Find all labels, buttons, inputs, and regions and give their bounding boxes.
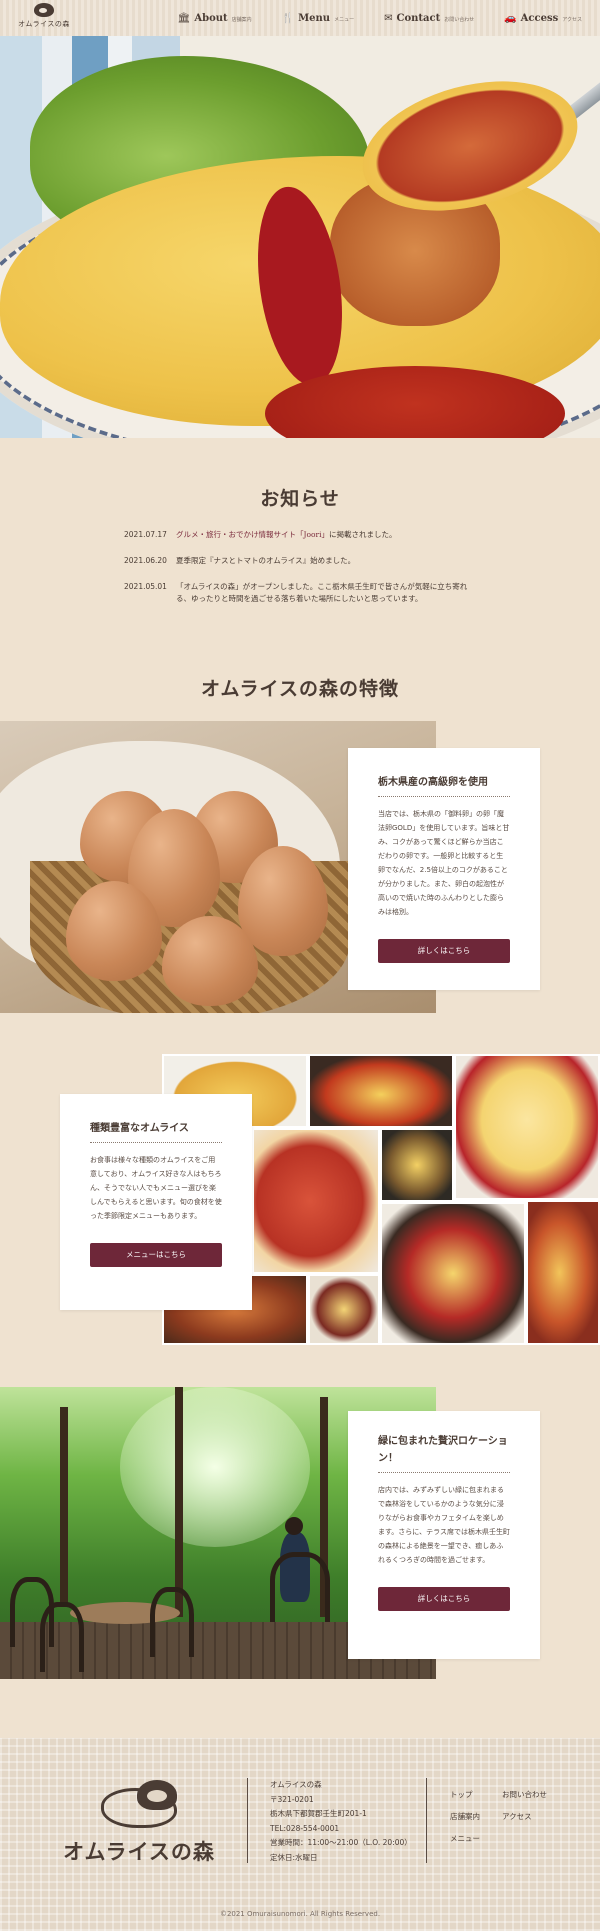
eggs-feature-card: 栃木県産の高級卵を使用 当店では、栃木県の「御料卵」の卵「魔法卵GOLD」を使用… [348, 748, 540, 990]
nav-access[interactable]: 🚗 Access アクセス [504, 13, 582, 24]
car-icon: 🚗 [504, 12, 517, 24]
nav-contact-sublabel: お問い合わせ [444, 16, 475, 23]
nav-menu-label: Menu [298, 12, 331, 24]
features-title: オムライスの森の特徴 [201, 678, 399, 700]
variety-feature-card: 種類豊富なオムライス お食事は様々な種類のオムライスをご用意しており、オムライス… [60, 1094, 252, 1310]
footer-link-top[interactable]: トップ [450, 1790, 502, 1800]
footer-logo-text: オムライスの森 [63, 1839, 215, 1864]
nav-about-sublabel: 店舗案内 [231, 16, 252, 23]
address: 栃木県下都賀郡壬生町201-1 [270, 1809, 367, 1818]
news-date: 2021.06.20 [124, 556, 167, 565]
nav-contact-label: Contact [396, 12, 441, 24]
news-list: 2021.07.17 グルメ・旅行・おでかけ情報サイト「Joori」に掲載されま… [124, 529, 476, 619]
news-date: 2021.07.17 [124, 530, 167, 539]
logo-mark-icon [97, 1778, 181, 1830]
nav-access-label: Access [520, 12, 559, 24]
news-text: 「オムライスの森」がオープンしました。ここ栃木県壬生町で皆さんが気軽に立ち寄れる… [176, 582, 468, 603]
logo-mark-icon [34, 3, 54, 17]
news-text: 夏季限定『ナスとトマトのオムライス』始めました。 [176, 556, 356, 565]
footer-logo[interactable]: オムライスの森 [54, 1778, 224, 1866]
site-logo[interactable]: オムライスの森 [18, 3, 70, 33]
shop-name: オムライスの森 [270, 1780, 322, 1789]
location-feature-heading: 緑に包まれた贅沢ロケーション！ [378, 1433, 510, 1473]
eggs-feature-heading: 栃木県産の高級卵を使用 [378, 774, 510, 797]
logo-text: オムライスの森 [18, 20, 70, 28]
envelope-icon: ✉ [384, 12, 393, 24]
footer-links: トップ お問い合わせ 店舗案内 アクセス メニュー [450, 1790, 580, 1844]
news-title: お知らせ [260, 488, 340, 510]
fork-knife-icon: 🍴 [281, 12, 295, 24]
news-item: 2021.06.20 夏季限定『ナスとトマトのオムライス』始めました。 [124, 555, 476, 567]
nav-contact[interactable]: ✉ Contact お問い合わせ [384, 13, 474, 24]
nav-about-label: About [194, 12, 228, 24]
site-header: オムライスの森 🏛 About 店舗案内 🍴 Menu メニュー ✉ Conta… [0, 0, 600, 36]
footer-divider [247, 1778, 248, 1863]
news-date: 2021.05.01 [124, 582, 167, 591]
news-item: 2021.07.17 グルメ・旅行・おでかけ情報サイト「Joori」に掲載されま… [124, 529, 476, 541]
nav-menu[interactable]: 🍴 Menu メニュー [282, 13, 354, 24]
nav-menu-sublabel: メニュー [334, 16, 355, 23]
footer-link-about[interactable]: 店舗案内 [450, 1812, 502, 1822]
copyright: ©2021 Omuraisunomori. All Rights Reserve… [219, 1910, 381, 1918]
opening-hours: 営業時間：11:00〜21:00（L.O. 20:00） [270, 1838, 412, 1847]
closed-day: 定休日:水曜日 [270, 1852, 318, 1862]
postal-code: 〒321-0201 [270, 1794, 314, 1804]
eggs-feature-body: 当店では、栃木県の「御料卵」の卵「魔法卵GOLD」を使用しています。旨味と甘み、… [378, 810, 510, 916]
variety-feature-heading: 種類豊富なオムライス [90, 1120, 222, 1143]
footer-link-contact[interactable]: お問い合わせ [502, 1790, 572, 1800]
news-link[interactable]: グルメ・旅行・おでかけ情報サイト「Joori」 [176, 530, 329, 539]
hero-omurice-image [0, 36, 600, 438]
footer-link-menu[interactable]: メニュー [450, 1834, 502, 1844]
footer-link-access[interactable]: アクセス [502, 1812, 572, 1822]
location-feature-card: 緑に包まれた贅沢ロケーション！ 店内では、みずみずしい緑に包まれまるで森林浴をし… [348, 1411, 540, 1659]
building-icon: 🏛 [177, 12, 191, 24]
footer-shop-info: オムライスの森 〒321-0201 栃木県下都賀郡壬生町201-1 TEL:02… [270, 1778, 420, 1865]
location-feature-body: 店内では、みずみずしい緑に包まれまるで森林浴をしているかのような気分に浸りながら… [378, 1486, 510, 1564]
variety-feature-body: お食事は様々な種類のオムライスをご用意しており、オムライス好きな人はもちろん、そ… [90, 1156, 222, 1220]
news-text: に掲載されました。 [329, 530, 397, 539]
nav-access-sublabel: アクセス [562, 16, 582, 23]
footer-divider [426, 1778, 427, 1863]
eggs-details-button[interactable]: 詳しくはこちら [378, 939, 510, 963]
location-details-button[interactable]: 詳しくはこちら [378, 1587, 510, 1611]
nav-about[interactable]: 🏛 About 店舗案内 [178, 13, 252, 24]
site-footer: オムライスの森 オムライスの森 〒321-0201 栃木県下都賀郡壬生町201-… [0, 1738, 600, 1931]
news-item: 2021.05.01 「オムライスの森」がオープンしました。ここ栃木県壬生町で皆… [124, 581, 476, 605]
main-nav: 🏛 About 店舗案内 🍴 Menu メニュー ✉ Contact お問い合わ… [178, 0, 582, 36]
menu-button[interactable]: メニューはこちら [90, 1243, 222, 1267]
phone-number: TEL:028-554-0001 [270, 1823, 340, 1833]
